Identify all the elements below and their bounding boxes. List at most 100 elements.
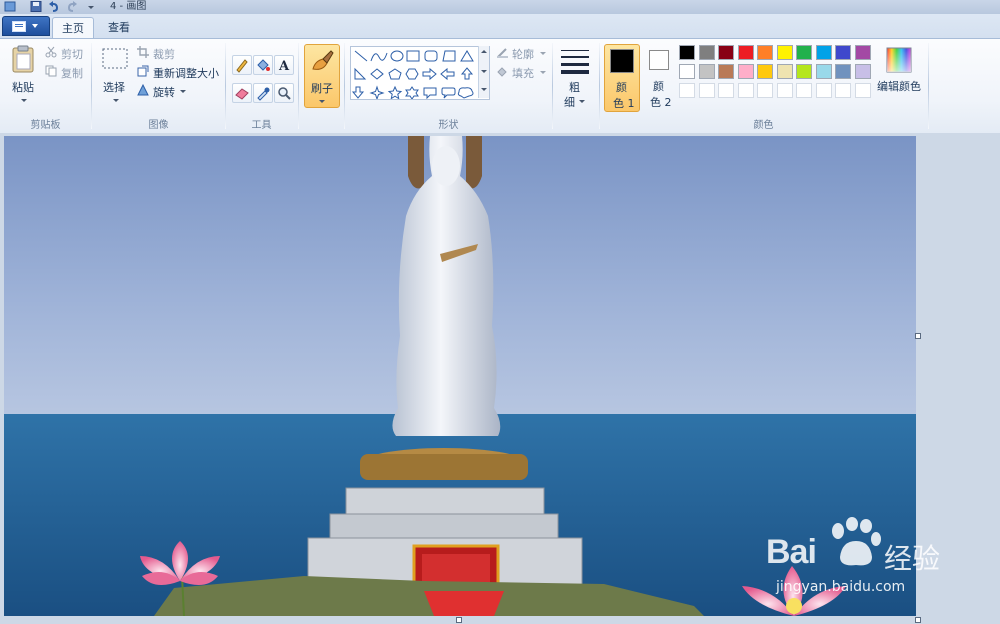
gallery-scroll-up-arrow[interactable]: [481, 50, 487, 53]
oval-shape-icon[interactable]: [390, 50, 404, 62]
palette-color-swatch[interactable]: [737, 64, 754, 79]
right-arrow-shape-icon[interactable]: [422, 67, 437, 81]
rounded-rectangle-shape-icon[interactable]: [424, 50, 438, 62]
callout-rect-shape-icon[interactable]: [423, 87, 437, 100]
select-icon[interactable]: [101, 47, 129, 71]
edit-colors-button[interactable]: 编辑颜色: [876, 45, 924, 109]
palette-color-swatch[interactable]: [698, 45, 715, 60]
palette-color-swatch[interactable]: [796, 64, 812, 79]
fill-dropdown-arrow[interactable]: [540, 71, 546, 74]
copy-icon: [45, 65, 57, 77]
canvas-workspace: Bai 经验 jingyan.baidu.com: [0, 133, 1000, 624]
palette-color-swatch[interactable]: [776, 64, 793, 79]
gallery-scroll-down-arrow[interactable]: [481, 70, 487, 73]
undo-icon[interactable]: [48, 1, 60, 12]
rectangle-shape-icon[interactable]: [406, 50, 420, 62]
palette-custom-slot[interactable]: [718, 83, 734, 98]
palette-color-swatch[interactable]: [718, 64, 734, 79]
palette-custom-slot[interactable]: [796, 83, 812, 98]
color1-button[interactable]: 颜 色 1: [604, 44, 640, 112]
palette-color-swatch[interactable]: [854, 64, 871, 79]
four-point-star-shape-icon[interactable]: [369, 85, 385, 101]
tab-view[interactable]: 查看: [100, 17, 138, 38]
crop-label[interactable]: 裁剪: [153, 46, 175, 62]
cut-label[interactable]: 剪切: [61, 46, 83, 62]
palette-color-swatch[interactable]: [757, 64, 773, 79]
eraser-button[interactable]: [232, 83, 252, 103]
palette-custom-slot[interactable]: [835, 83, 851, 98]
title-bar: 4 - 画图: [0, 0, 1000, 15]
size-dropdown-arrow: [579, 100, 585, 103]
palette-color-swatch[interactable]: [835, 45, 851, 60]
paste-dropdown-arrow[interactable]: [21, 99, 27, 102]
up-arrow-shape-icon[interactable]: [460, 67, 474, 80]
callout-rounded-shape-icon[interactable]: [441, 87, 456, 99]
qat-customize-arrow[interactable]: [88, 6, 94, 9]
palette-color-swatch[interactable]: [815, 45, 832, 60]
palette-custom-slot[interactable]: [679, 83, 695, 98]
cloud-callout-shape-icon[interactable]: [457, 87, 474, 99]
rotate-label[interactable]: 旋转: [153, 84, 175, 100]
curve-shape-icon[interactable]: [370, 52, 388, 62]
right-triangle-shape-icon[interactable]: [354, 67, 367, 80]
select-label[interactable]: 选择: [103, 79, 125, 95]
tab-home[interactable]: 主页: [52, 17, 94, 39]
triangle-shape-icon[interactable]: [460, 50, 474, 62]
size-button[interactable]: 粗 细: [556, 43, 594, 109]
app-menu-button[interactable]: [2, 16, 50, 36]
canvas-resize-handle-corner[interactable]: [915, 617, 921, 623]
pentagon-shape-icon[interactable]: [388, 68, 402, 80]
color2-button[interactable]: 颜 色 2: [642, 44, 676, 110]
select-dropdown-arrow[interactable]: [113, 99, 119, 102]
six-point-star-shape-icon[interactable]: [405, 86, 419, 100]
save-icon[interactable]: [30, 1, 42, 12]
outline-dropdown-arrow[interactable]: [540, 52, 546, 55]
paste-label[interactable]: 粘贴: [12, 79, 34, 95]
palette-color-swatch[interactable]: [835, 64, 851, 79]
paste-icon[interactable]: [11, 45, 35, 73]
five-point-star-shape-icon[interactable]: [387, 85, 403, 100]
palette-color-swatch[interactable]: [679, 64, 695, 79]
line-shape-icon[interactable]: [354, 50, 368, 62]
fill-label[interactable]: 填充: [512, 65, 534, 81]
palette-custom-slot[interactable]: [757, 83, 773, 98]
palette-color-swatch[interactable]: [698, 64, 715, 79]
palette-custom-slot[interactable]: [776, 83, 793, 98]
shapes-gallery[interactable]: [350, 46, 490, 101]
rotate-dropdown-arrow[interactable]: [180, 90, 186, 93]
diamond-shape-icon[interactable]: [370, 68, 384, 80]
color-picker-button[interactable]: [253, 83, 273, 103]
canvas-resize-handle-right[interactable]: [915, 333, 921, 339]
pencil-button[interactable]: [232, 55, 252, 75]
palette-color-swatch[interactable]: [815, 64, 832, 79]
canvas-resize-handle-bottom[interactable]: [456, 617, 462, 623]
palette-custom-slot[interactable]: [698, 83, 715, 98]
palette-color-swatch[interactable]: [796, 45, 812, 60]
shapes-gallery-scrollbar[interactable]: [478, 46, 489, 98]
palette-color-swatch[interactable]: [854, 45, 871, 60]
palette-custom-slot[interactable]: [815, 83, 832, 98]
down-arrow-shape-icon[interactable]: [351, 86, 365, 99]
fill-button[interactable]: [253, 55, 273, 75]
palette-color-swatch[interactable]: [679, 45, 695, 60]
palette-color-swatch[interactable]: [776, 45, 793, 60]
palette-color-swatch[interactable]: [718, 45, 734, 60]
magnifier-button[interactable]: [274, 83, 294, 103]
text-button[interactable]: A: [274, 55, 294, 75]
clipboard-group: 粘贴 剪切 复制 剪贴板: [0, 39, 91, 133]
palette-color-swatch[interactable]: [737, 45, 754, 60]
left-arrow-shape-icon[interactable]: [440, 67, 455, 81]
gallery-expand-arrow[interactable]: [481, 88, 487, 91]
outline-label[interactable]: 轮廓: [512, 46, 534, 62]
brushes-button[interactable]: 刷子: [304, 44, 340, 108]
outline-icon: [497, 48, 508, 58]
palette-custom-slot[interactable]: [737, 83, 754, 98]
palette-custom-slot[interactable]: [854, 83, 871, 98]
hexagon-shape-icon[interactable]: [405, 68, 419, 80]
copy-label[interactable]: 复制: [61, 65, 83, 81]
redo-icon[interactable]: [66, 1, 78, 12]
group-divider: [928, 43, 929, 129]
resize-label[interactable]: 重新调整大小: [153, 65, 219, 81]
palette-color-swatch[interactable]: [757, 45, 773, 60]
polygon-shape-icon[interactable]: [442, 50, 456, 62]
